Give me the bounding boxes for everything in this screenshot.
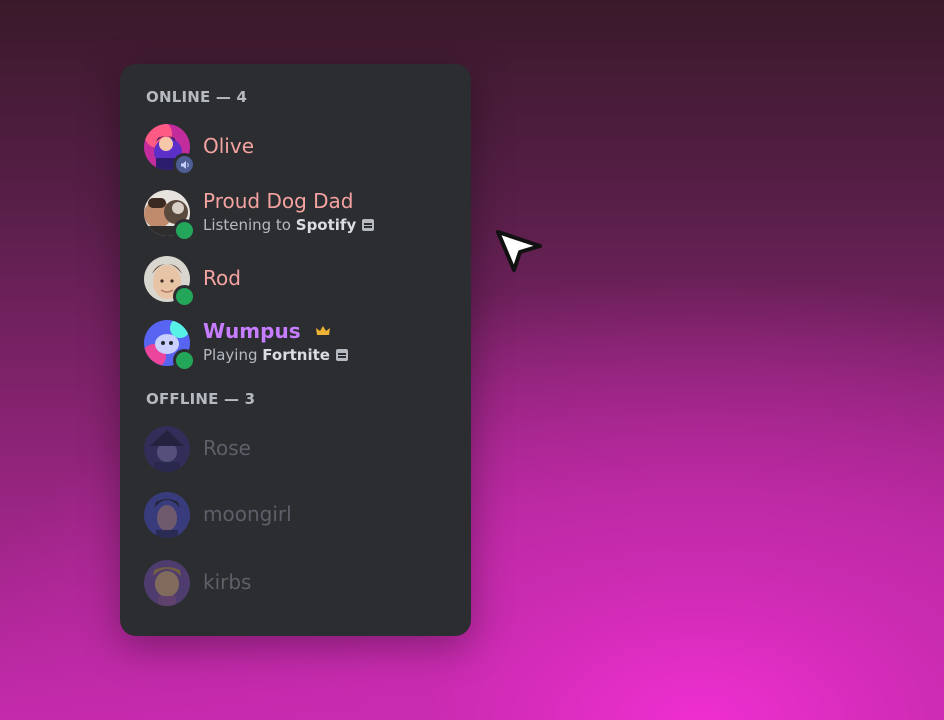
member-activity: Playing Fortnite bbox=[203, 346, 348, 364]
speaker-icon bbox=[180, 160, 189, 169]
offline-section-header: OFFLINE — 3 bbox=[146, 390, 256, 408]
avatar bbox=[144, 492, 190, 538]
member-kirbs[interactable]: kirbs bbox=[144, 558, 454, 608]
member-name: Rose bbox=[203, 436, 251, 460]
member-name: Rod bbox=[203, 266, 241, 290]
activity-name: Spotify bbox=[295, 216, 357, 234]
member-proud-dog-dad[interactable]: Proud Dog Dad Listening to Spotify bbox=[144, 188, 454, 242]
online-section-header: ONLINE — 4 bbox=[146, 88, 248, 106]
avatar bbox=[144, 426, 190, 472]
member-name: moongirl bbox=[203, 502, 292, 526]
online-status-indicator bbox=[173, 219, 196, 242]
member-name-text: Wumpus bbox=[203, 319, 301, 343]
crown-icon bbox=[315, 326, 330, 335]
member-olive[interactable]: Olive bbox=[144, 122, 454, 176]
member-rose[interactable]: Rose bbox=[144, 424, 454, 474]
member-name: Wumpus bbox=[203, 319, 330, 343]
cursor-arrow-icon bbox=[496, 230, 542, 272]
rich-presence-icon bbox=[335, 349, 348, 361]
member-rod[interactable]: Rod bbox=[144, 254, 454, 308]
member-moongirl[interactable]: moongirl bbox=[144, 490, 454, 540]
online-status-indicator bbox=[173, 349, 196, 372]
member-name: Proud Dog Dad bbox=[203, 189, 354, 213]
activity-prefix: Playing bbox=[203, 346, 258, 364]
member-wumpus[interactable]: Wumpus Playing Fortnite bbox=[144, 318, 454, 372]
activity-name: Fortnite bbox=[262, 346, 330, 364]
speaking-indicator bbox=[173, 153, 196, 176]
avatar bbox=[144, 560, 190, 606]
activity-prefix: Listening to bbox=[203, 216, 291, 234]
online-status-indicator bbox=[173, 285, 196, 308]
member-name: Olive bbox=[203, 134, 254, 158]
rich-presence-icon bbox=[362, 219, 375, 231]
member-name: kirbs bbox=[203, 570, 252, 594]
member-activity: Listening to Spotify bbox=[203, 216, 375, 234]
member-list-panel: ONLINE — 4 Olive Proud Dog Dad Listening… bbox=[120, 64, 471, 636]
